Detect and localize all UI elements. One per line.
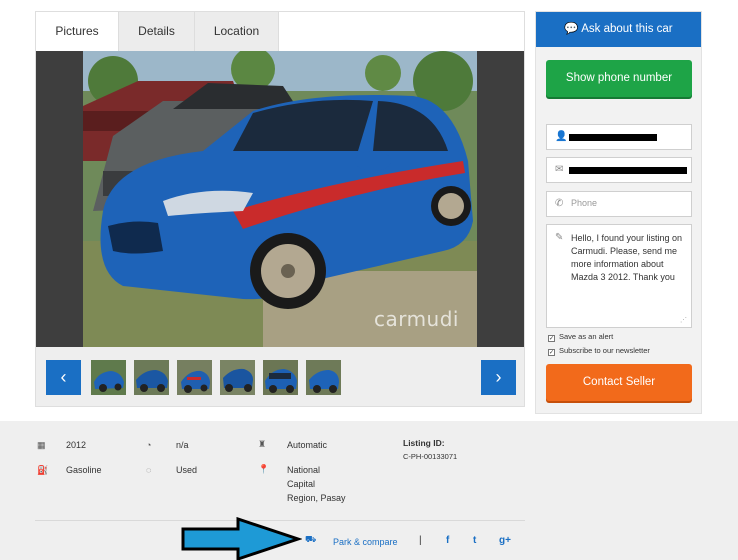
- pencil-icon: ✎: [555, 232, 564, 243]
- redacted-name: [569, 134, 657, 141]
- spec-location-line1: National: [287, 465, 321, 475]
- facebook-icon[interactable]: f: [446, 535, 449, 546]
- name-field[interactable]: 👤: [546, 124, 692, 150]
- tab-details[interactable]: Details: [119, 12, 195, 51]
- message-textarea[interactable]: ✎ Hello, I found your listing on Carmudi…: [546, 224, 692, 328]
- spec-location-line3: Region, Pasay: [287, 493, 346, 503]
- tab-pictures[interactable]: Pictures: [36, 12, 119, 51]
- chat-bubbles-icon: 💬: [564, 23, 579, 35]
- spec-fuel: Gasoline: [66, 465, 102, 475]
- annotation-arrow-icon: [181, 517, 302, 560]
- gallery-tabs: Pictures Details Location: [36, 12, 524, 51]
- thumbnail[interactable]: [263, 360, 298, 395]
- spec-mileage: n/a: [176, 440, 189, 450]
- user-icon: 👤: [555, 131, 568, 142]
- listing-id-label: Listing ID:: [403, 438, 445, 448]
- envelope-icon: ✉: [555, 164, 564, 175]
- refresh-circle-icon: ◌: [146, 465, 152, 475]
- thumbnail[interactable]: [306, 360, 341, 395]
- park-and-compare-link[interactable]: Park & compare: [333, 537, 398, 547]
- tab-location[interactable]: Location: [195, 12, 279, 51]
- fuel-pump-icon: ⛽: [37, 465, 49, 475]
- spec-transmission: Automatic: [287, 440, 328, 450]
- phone-field[interactable]: ✆ Phone: [546, 191, 692, 217]
- main-car-photo[interactable]: carmudi: [83, 51, 477, 347]
- resize-handle-icon[interactable]: ⋰: [680, 316, 687, 324]
- spec-location-line2: Capital: [287, 479, 316, 489]
- email-field[interactable]: ✉: [546, 157, 692, 183]
- contact-seller-button[interactable]: Contact Seller: [546, 364, 692, 401]
- checkbox-checked-icon: ✓: [548, 349, 555, 356]
- previous-photo-button[interactable]: ‹: [46, 360, 81, 395]
- newsletter-label: Subscribe to our newsletter: [559, 346, 650, 355]
- ask-about-car-header: 💬 Ask about this car: [536, 12, 701, 47]
- phone-placeholder: Phone: [571, 198, 598, 208]
- gear-shift-icon: ♜: [258, 439, 267, 449]
- spec-condition: Used: [176, 465, 198, 475]
- ask-about-car-label: Ask about this car: [581, 23, 673, 35]
- spec-year: 2012: [66, 440, 87, 450]
- redacted-email: [569, 167, 687, 174]
- twitter-icon[interactable]: t: [473, 535, 476, 546]
- listing-id-value: C-PH-00133071: [403, 452, 458, 461]
- carmudi-watermark: carmudi: [373, 307, 459, 331]
- contact-seller-panel: 💬 Ask about this car Show phone number 👤…: [535, 11, 702, 414]
- phone-icon: ✆: [555, 198, 564, 209]
- message-text: Hello, I found your listing on Carmudi. …: [571, 233, 683, 282]
- show-phone-number-button[interactable]: Show phone number: [546, 60, 692, 97]
- main-photo-viewer: carmudi: [36, 51, 524, 347]
- calendar-icon: ▦: [37, 440, 46, 450]
- car-specs-section: ▦ 2012 ◔ n/a ♜ Automatic ⛽ Gasoline ◌ Us…: [0, 421, 738, 560]
- action-separator: |: [419, 535, 422, 546]
- checkbox-checked-icon: ✓: [548, 335, 555, 342]
- thumbnail[interactable]: [220, 360, 255, 395]
- thumbnail-strip: ‹ ›: [36, 347, 524, 406]
- save-alert-label: Save as an alert: [559, 332, 614, 341]
- car-park-icon[interactable]: ⛟: [305, 534, 316, 546]
- save-alert-checkbox[interactable]: ✓ Save as an alert: [548, 332, 613, 342]
- google-plus-icon[interactable]: g+: [499, 535, 511, 546]
- thumbnail[interactable]: [91, 360, 126, 395]
- newsletter-checkbox[interactable]: ✓ Subscribe to our newsletter: [548, 346, 650, 356]
- thumbnail[interactable]: [134, 360, 169, 395]
- speedometer-icon: ◔: [146, 440, 152, 450]
- photo-gallery: Pictures Details Location carmudi ‹ ›: [35, 11, 525, 407]
- map-pin-icon: 📍: [258, 464, 270, 474]
- thumbnail[interactable]: [177, 360, 212, 395]
- next-photo-button[interactable]: ›: [481, 360, 516, 395]
